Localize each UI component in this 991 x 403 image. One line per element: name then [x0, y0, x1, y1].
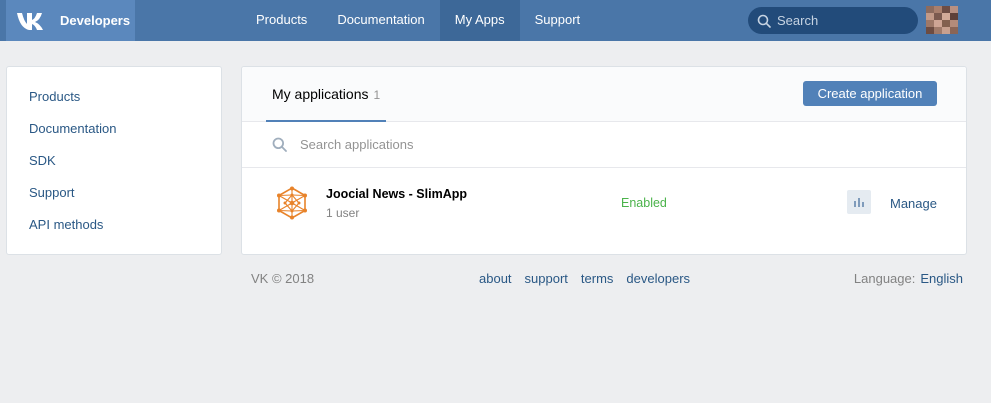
language-value[interactable]: English	[920, 271, 963, 286]
brand-title: Developers	[60, 13, 131, 28]
bar-chart-icon	[854, 198, 864, 207]
top-bar: Developers Products Documentation My App…	[0, 0, 991, 41]
nav-products[interactable]: Products	[241, 0, 322, 41]
stats-button[interactable]	[847, 190, 871, 214]
card-header: My applications 1 Create application	[242, 67, 966, 122]
footer-link-about[interactable]: about	[479, 271, 512, 286]
network-hexagon-icon	[277, 186, 307, 220]
app-row: Joocial News - SlimApp 1 user Enabled Ma…	[242, 168, 966, 240]
sidebar-item-products[interactable]: Products	[7, 81, 221, 113]
search-icon	[272, 137, 287, 152]
sidebar: Products Documentation SDK Support API m…	[6, 66, 222, 255]
footer-links: about support terms developers	[479, 271, 703, 286]
vk-logo-icon	[17, 12, 43, 30]
header-search-input[interactable]	[777, 13, 907, 28]
nav-support[interactable]: Support	[520, 0, 596, 41]
brand-home-link[interactable]: Developers	[6, 0, 135, 41]
user-avatar[interactable]	[926, 6, 958, 34]
tab-label: My applications	[272, 86, 369, 102]
applications-search	[242, 122, 966, 168]
create-application-button[interactable]: Create application	[803, 81, 937, 106]
app-name[interactable]: Joocial News - SlimApp	[326, 187, 467, 201]
nav-documentation[interactable]: Documentation	[322, 0, 439, 41]
manage-link[interactable]: Manage	[890, 196, 937, 211]
sidebar-item-sdk[interactable]: SDK	[7, 145, 221, 177]
sidebar-item-documentation[interactable]: Documentation	[7, 113, 221, 145]
language-label: Language:	[853, 271, 916, 286]
applications-search-input[interactable]	[300, 137, 800, 152]
app-users: 1 user	[326, 206, 360, 220]
footer-link-support[interactable]: support	[525, 271, 568, 286]
applications-card: My applications 1 Create application Sea…	[241, 66, 967, 255]
tab-my-applications[interactable]: My applications 1	[266, 67, 387, 122]
search-icon	[757, 14, 771, 28]
nav-my-apps[interactable]: My Apps	[439, 0, 520, 41]
tab-count: 1	[373, 88, 381, 102]
language-selector: Language: English	[854, 271, 963, 286]
copyright: VK © 2018	[251, 271, 315, 286]
footer: VK © 2018 about support terms developers…	[251, 271, 963, 287]
app-status: Enabled	[621, 196, 667, 210]
sidebar-item-api-methods[interactable]: API methods	[7, 209, 221, 241]
main-nav: Products Documentation My Apps Support	[241, 0, 595, 41]
sidebar-item-support[interactable]: Support	[7, 177, 221, 209]
footer-link-terms[interactable]: terms	[581, 271, 614, 286]
header-search	[748, 7, 918, 34]
footer-link-developers[interactable]: developers	[626, 271, 690, 286]
